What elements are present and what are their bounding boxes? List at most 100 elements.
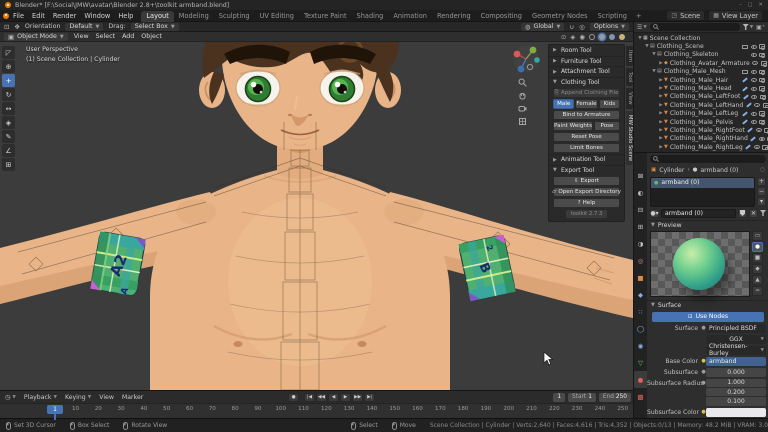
- subsurface-method-dropdown[interactable]: Christensen-Burley▼: [706, 346, 766, 355]
- outliner-row[interactable]: ▶▼Clothing_Male_LeftLeg: [634, 110, 768, 118]
- panel-room-tool[interactable]: ▶Room Tool: [549, 45, 624, 56]
- menu-help[interactable]: Help: [114, 12, 137, 20]
- workspace-tab-shading[interactable]: Shading: [352, 11, 389, 22]
- eye-icon[interactable]: [751, 78, 757, 82]
- sidebar-tab-item[interactable]: Item: [626, 46, 633, 66]
- gender-male-button[interactable]: Male: [553, 99, 574, 109]
- outliner-row[interactable]: ▶▼Clothing_Male_LeftHand: [634, 101, 768, 109]
- eye-icon[interactable]: [751, 70, 757, 74]
- tool-move-button[interactable]: +: [2, 74, 15, 87]
- preview-cube-button[interactable]: ■: [752, 253, 763, 263]
- help-button[interactable]: ?Help: [553, 198, 620, 208]
- camera-icon[interactable]: [760, 95, 766, 100]
- camera-icon[interactable]: [761, 61, 767, 66]
- eye-icon[interactable]: [751, 53, 757, 57]
- camera-icon[interactable]: [759, 53, 765, 58]
- camera-icon[interactable]: [759, 44, 765, 49]
- menu-edit[interactable]: Edit: [28, 12, 49, 20]
- outliner-filter-mode-button[interactable]: ☰▼: [637, 24, 647, 31]
- workspace-tab-scripting[interactable]: Scripting: [593, 11, 632, 22]
- eye-icon[interactable]: [752, 61, 758, 65]
- properties-tab-texture[interactable]: ▩: [634, 388, 647, 405]
- browse-material-button[interactable]: ●▾: [650, 209, 659, 218]
- properties-tab-object-data[interactable]: ▽: [634, 354, 647, 371]
- play-reverse-button[interactable]: ◀: [328, 393, 339, 402]
- pan-hand-icon[interactable]: [518, 91, 527, 100]
- outliner-row[interactable]: ▼▤Clothing_Male_Mesh: [634, 68, 768, 76]
- jump-start-button[interactable]: |◀: [304, 393, 315, 402]
- proportional-edit-icon[interactable]: ◎: [579, 23, 585, 31]
- preview-cloth-button[interactable]: ▲: [752, 275, 763, 285]
- eye-icon[interactable]: [759, 137, 765, 141]
- tool-scale-button[interactable]: ↔: [2, 102, 15, 115]
- properties-tab-view-layer[interactable]: ⊞: [634, 218, 647, 235]
- workspace-tab-rendering[interactable]: Rendering: [432, 11, 476, 22]
- properties-tab-particles[interactable]: ∷: [634, 303, 647, 320]
- viewport-canvas[interactable]: A2 A B: [0, 42, 633, 390]
- shading-solid-icon[interactable]: [599, 34, 605, 40]
- export-button[interactable]: ⇩Export: [553, 176, 620, 186]
- play-button[interactable]: ▶: [340, 393, 351, 402]
- add-workspace-button[interactable]: +: [632, 12, 646, 20]
- workspace-tab-modeling[interactable]: Modeling: [174, 11, 214, 22]
- viewport-menu-object[interactable]: Object: [141, 33, 162, 40]
- axis-z-handle[interactable]: [518, 66, 525, 73]
- outliner-row[interactable]: ▶◆Clothing_Avatar_Armature: [634, 59, 768, 67]
- blender-menu-icon[interactable]: [3, 13, 9, 19]
- radius-z-field[interactable]: 0.100: [706, 397, 766, 405]
- camera-icon[interactable]: [759, 111, 765, 116]
- open-export-directory-button[interactable]: ▱Open Export Directory: [553, 187, 620, 197]
- current-frame-field[interactable]: 1: [553, 393, 565, 402]
- gender-female-button[interactable]: Female: [575, 99, 597, 109]
- minimize-icon[interactable]: –: [739, 2, 742, 8]
- properties-tab-object[interactable]: ■: [634, 269, 647, 286]
- tool-add-cube-button[interactable]: ⊞: [2, 158, 15, 171]
- camera-icon[interactable]: [759, 78, 765, 83]
- viewport-menu-select[interactable]: Select: [96, 33, 115, 40]
- pivot-point-icon[interactable]: ⊙: [561, 33, 566, 41]
- outliner-row[interactable]: ▶▼Clothing_Male_Head: [634, 84, 768, 92]
- viewport-menu-add[interactable]: Add: [122, 33, 134, 40]
- eye-icon[interactable]: [751, 45, 757, 49]
- preview-sphere-button[interactable]: ●: [752, 242, 763, 252]
- outliner-row[interactable]: ▼▤Clothing_Scene: [634, 42, 768, 50]
- eye-icon[interactable]: [751, 112, 757, 116]
- frame-start-field[interactable]: Start1: [568, 393, 596, 402]
- timeline-menu-keying[interactable]: Keying▼: [65, 394, 91, 401]
- navigation-gizmo[interactable]: [511, 44, 541, 74]
- gender-kids-button[interactable]: Kids: [599, 99, 620, 109]
- panel-attachment-tool[interactable]: ▶Attachment Tool: [549, 66, 624, 77]
- tool-cursor-button[interactable]: ⊕: [2, 60, 15, 73]
- fake-user-button[interactable]: [738, 209, 747, 218]
- shading-wireframe-icon[interactable]: [589, 34, 595, 40]
- workspace-tab-uv-editing[interactable]: UV Editing: [255, 11, 299, 22]
- eye-icon[interactable]: [751, 120, 757, 124]
- append-clothing-file-button[interactable]: ⎘Append Clothing File: [553, 88, 620, 98]
- editor-type-button[interactable]: ◷▼: [5, 394, 16, 401]
- workspace-tab-texture-paint[interactable]: Texture Paint: [299, 11, 352, 22]
- outliner-row[interactable]: ▼▦Scene Collection: [634, 34, 768, 42]
- sidebar-tab-tool[interactable]: Tool: [626, 68, 633, 86]
- prev-keyframe-button[interactable]: ◀◀: [316, 393, 327, 402]
- transform-orientation-dropdown[interactable]: ◍ Global ▼: [521, 23, 565, 31]
- outliner-filter-button[interactable]: ▼: [743, 24, 753, 30]
- options-dropdown[interactable]: Options ▼: [590, 23, 629, 31]
- paint-weights-button[interactable]: Paint Weights: [553, 121, 593, 131]
- active-tool-icon[interactable]: ⊡: [4, 23, 9, 31]
- use-nodes-button[interactable]: ⊡ Use Nodes: [652, 312, 764, 322]
- scene-selector[interactable]: ◳ Scene: [667, 11, 704, 20]
- unlink-material-button[interactable]: ✕: [749, 209, 758, 218]
- reset-pose-button[interactable]: Reset Pose: [553, 132, 620, 142]
- viewport-menu-view[interactable]: View: [74, 33, 89, 40]
- pose-button[interactable]: Pose: [594, 121, 620, 131]
- properties-tab-material[interactable]: ●: [634, 371, 647, 388]
- camera-icon[interactable]: [759, 86, 765, 91]
- slot-specials-button[interactable]: ▾: [757, 197, 766, 206]
- outliner-row[interactable]: ▶▼Clothing_Male_RightFoot: [634, 126, 768, 134]
- monitor-icon[interactable]: [742, 70, 748, 74]
- timeline-menu-playback[interactable]: Playback▼: [24, 394, 57, 401]
- menu-render[interactable]: Render: [49, 12, 80, 20]
- radius-y-field[interactable]: 0.200: [706, 388, 766, 396]
- jump-end-button[interactable]: ▶|: [364, 393, 375, 402]
- radius-x-field[interactable]: 1.000: [706, 379, 766, 387]
